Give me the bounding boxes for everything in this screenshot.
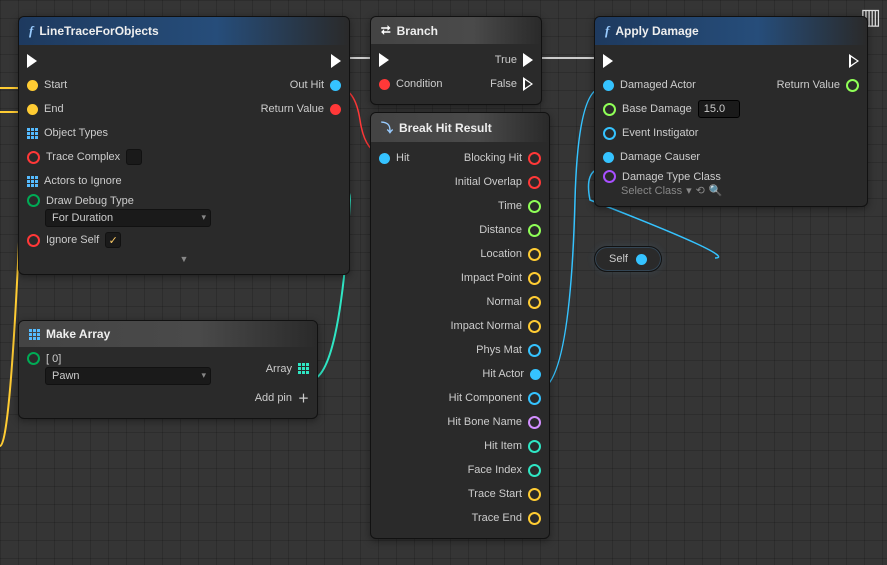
- exec-in-pin[interactable]: [27, 53, 37, 69]
- node-title: LineTraceForObjects: [39, 24, 158, 38]
- self-out-pin[interactable]: [636, 254, 647, 265]
- node-branch[interactable]: ⮂ Branch True Condition False: [370, 16, 542, 105]
- actorstoignore-pin[interactable]: Actors to Ignore: [27, 174, 122, 188]
- node-title: Break Hit Result: [399, 121, 492, 135]
- node-header: f Apply Damage: [595, 17, 867, 45]
- hitcomponent-pin[interactable]: Hit Component: [449, 391, 541, 406]
- node-header: Make Array: [19, 321, 317, 347]
- eventinstigator-pin[interactable]: Event Instigator: [603, 126, 698, 141]
- hititem-pin[interactable]: Hit Item: [484, 439, 541, 454]
- distance-pin[interactable]: Distance: [479, 223, 541, 238]
- drawdebug-select[interactable]: For Duration: [45, 209, 211, 227]
- node-makearray[interactable]: Make Array [ 0]Pawn Array Add pin＋: [18, 320, 318, 419]
- ignoreself-checkbox[interactable]: ✓: [105, 232, 121, 248]
- basedamage-pin[interactable]: Base Damage15.0: [603, 99, 740, 119]
- array-out-pin[interactable]: Array: [266, 362, 309, 376]
- traceend-pin[interactable]: Trace End: [472, 511, 541, 526]
- tracecomplex-checkbox[interactable]: [126, 149, 142, 165]
- exec-in-pin[interactable]: [603, 53, 613, 69]
- function-icon: f: [605, 23, 609, 39]
- node-header: ⮂ Branch: [371, 17, 541, 44]
- hitbonename-pin[interactable]: Hit Bone Name: [447, 415, 541, 430]
- blockinghit-pin[interactable]: Blocking Hit: [464, 151, 541, 166]
- impactnormal-pin[interactable]: Impact Normal: [450, 319, 541, 334]
- false-pin[interactable]: False: [490, 76, 533, 92]
- returnvalue-pin[interactable]: Return Value: [261, 102, 341, 116]
- hit-in-pin[interactable]: Hit: [379, 151, 409, 165]
- impactpoint-pin[interactable]: Impact Point: [461, 271, 541, 286]
- node-linetrace[interactable]: f LineTraceForObjects Start Out Hit End Ret…: [18, 16, 350, 275]
- exec-out-pin[interactable]: [331, 53, 341, 69]
- start-pin[interactable]: Start: [27, 78, 67, 92]
- array-icon: [29, 329, 40, 340]
- function-icon: f: [29, 23, 33, 39]
- damagedactor-pin[interactable]: Damaged Actor: [603, 78, 696, 92]
- array-item-select[interactable]: Pawn: [45, 367, 211, 385]
- end-pin[interactable]: End: [27, 102, 64, 116]
- expand-toggle[interactable]: ▼: [27, 252, 341, 266]
- damagetype-select[interactable]: Select Class: [621, 185, 682, 197]
- ignoreself-pin[interactable]: Ignore Self✓: [27, 231, 121, 249]
- returnvalue-pin[interactable]: Return Value: [777, 78, 859, 93]
- basedamage-field[interactable]: 15.0: [698, 100, 740, 118]
- physmat-pin[interactable]: Phys Mat: [476, 343, 541, 358]
- normal-pin[interactable]: Normal: [487, 295, 541, 310]
- damagetype-pin[interactable]: Damage Type ClassSelect Class▾⟲🔍: [603, 169, 723, 198]
- initialoverlap-pin[interactable]: Initial Overlap: [455, 175, 541, 190]
- node-header: ⤵ Break Hit Result: [371, 113, 549, 142]
- drawdebug-pin[interactable]: Draw Debug TypeFor Duration: [27, 193, 211, 228]
- self-label: Self: [609, 253, 628, 265]
- tracecomplex-pin[interactable]: Trace Complex: [27, 148, 142, 166]
- objecttypes-pin[interactable]: Object Types: [27, 126, 108, 140]
- node-self[interactable]: Self: [594, 246, 662, 272]
- branch-icon: ⮂: [381, 23, 391, 38]
- node-breakhit[interactable]: ⤵ Break Hit Result Hit Blocking Hit Initia…: [370, 112, 550, 539]
- node-header: f LineTraceForObjects: [19, 17, 349, 45]
- damagetype-reset-icon[interactable]: ⟲: [696, 184, 705, 197]
- addpin-button[interactable]: Add pin＋: [255, 389, 309, 407]
- node-title: Apply Damage: [615, 24, 698, 38]
- location-pin[interactable]: Location: [480, 247, 541, 262]
- outhit-pin[interactable]: Out Hit: [290, 78, 341, 92]
- time-pin[interactable]: Time: [498, 199, 541, 214]
- break-icon: ⤵: [381, 119, 393, 136]
- exec-out-pin[interactable]: [849, 53, 859, 69]
- damagecauser-pin[interactable]: Damage Causer: [603, 150, 700, 164]
- array-item-pin[interactable]: [ 0]Pawn: [27, 351, 211, 386]
- faceindex-pin[interactable]: Face Index: [468, 463, 541, 478]
- true-pin[interactable]: True: [495, 52, 533, 68]
- node-title: Make Array: [46, 327, 110, 341]
- tracestart-pin[interactable]: Trace Start: [468, 487, 541, 502]
- node-applydamage[interactable]: fApply Damage Damaged ActorReturn Value …: [594, 16, 868, 207]
- node-title: Branch: [397, 24, 438, 38]
- hitactor-pin[interactable]: Hit Actor: [482, 367, 541, 381]
- condition-pin[interactable]: Condition: [379, 77, 442, 91]
- exec-in-pin[interactable]: [379, 52, 389, 68]
- damagetype-browse-icon[interactable]: 🔍: [709, 184, 723, 197]
